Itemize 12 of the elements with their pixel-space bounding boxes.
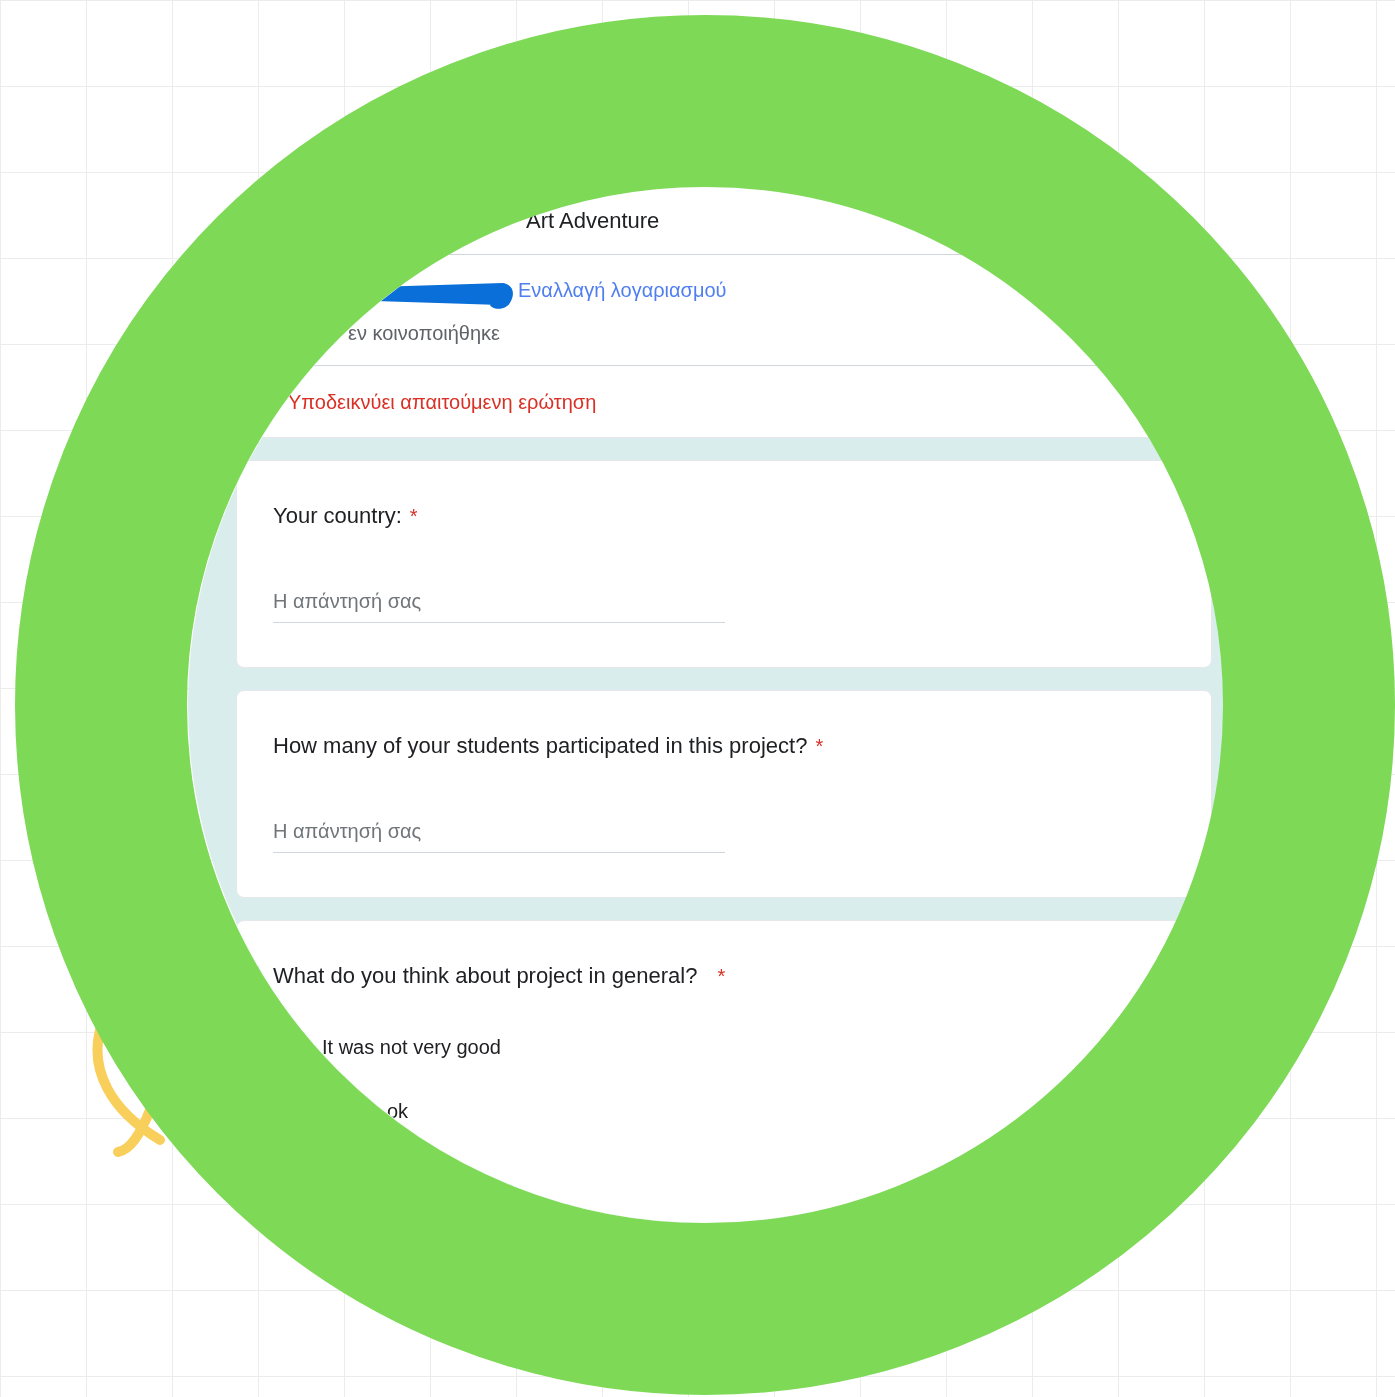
answer-field[interactable]: Η απάντησή σας xyxy=(273,816,725,853)
question-label: Your country: xyxy=(273,502,402,530)
question-label: How many of your students participated in this project? xyxy=(273,732,808,760)
share-note: εν κοινοποιήθηκε xyxy=(348,321,500,346)
question-label: What do you think about project in general? xyxy=(273,962,698,990)
required-note: Υποδεικνύει απαιτούμενη ερώτηση xyxy=(288,390,597,415)
required-asterisk: * xyxy=(815,734,824,759)
required-asterisk: * xyxy=(717,964,726,989)
choice-option[interactable]: It was not very good xyxy=(322,1032,1175,1062)
switch-account-link[interactable]: Εναλλαγή λογαριασμού xyxy=(518,275,727,305)
answer-field[interactable]: Η απάντησή σας xyxy=(273,586,725,623)
required-asterisk: * xyxy=(409,504,418,529)
